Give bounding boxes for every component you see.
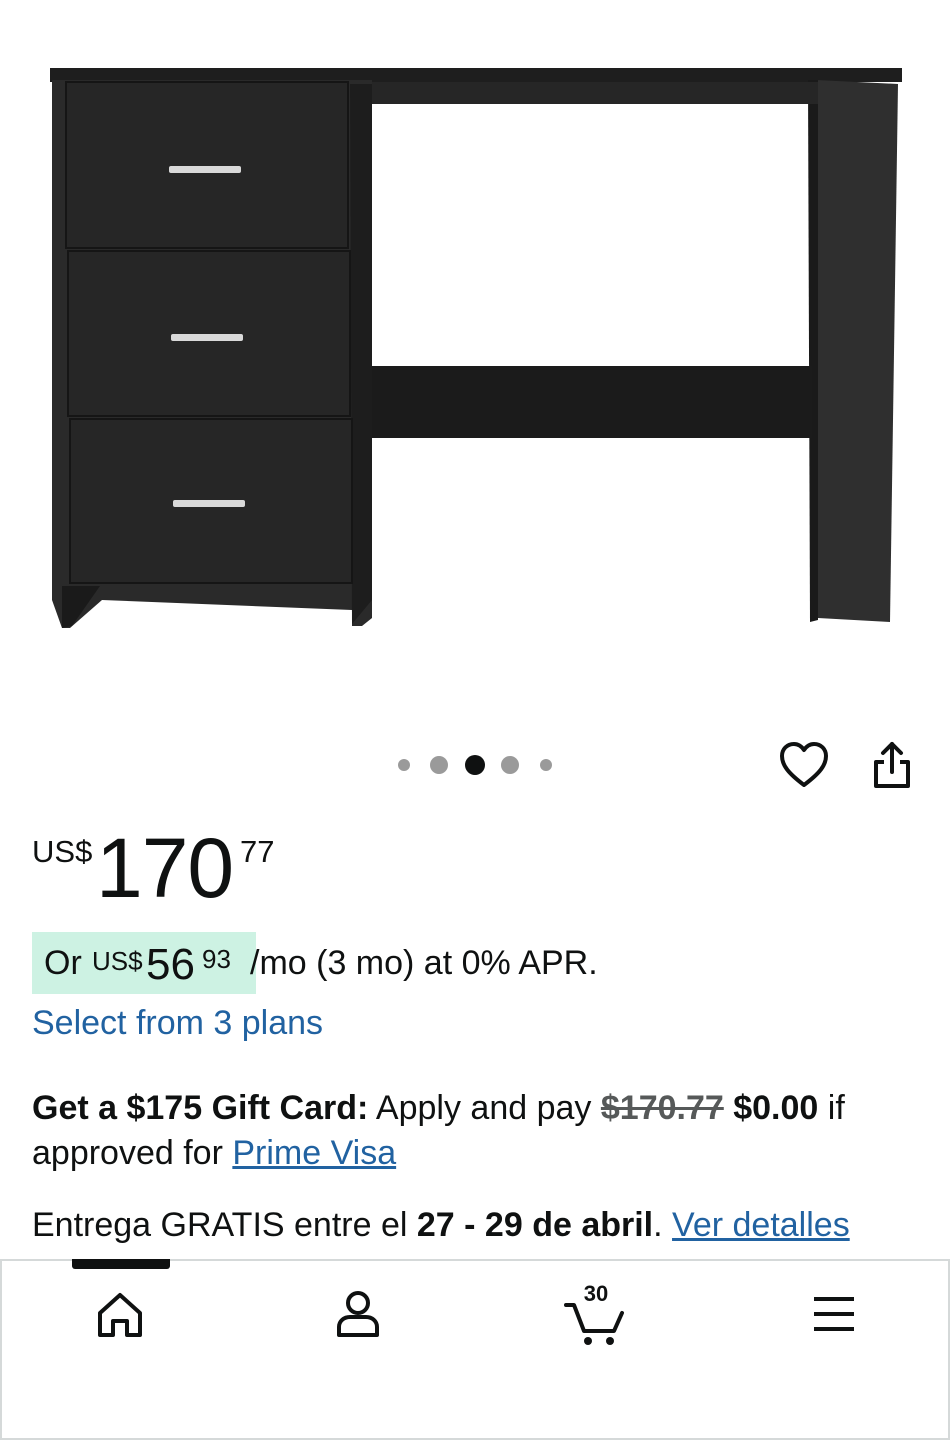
delivery-text: Entrega GRATIS entre el	[32, 1206, 408, 1244]
home-icon	[98, 1293, 142, 1337]
hamburger-menu-icon	[814, 1297, 854, 1331]
share-icon	[874, 742, 910, 788]
installment-currency: US$	[92, 946, 143, 976]
gift-card-text: Apply and pay	[375, 1089, 592, 1127]
share-button[interactable]	[866, 738, 918, 794]
price-currency: US$	[32, 834, 93, 869]
installment-fraction: 93	[202, 944, 231, 974]
installment-whole: 56	[146, 940, 195, 989]
heart-icon	[780, 742, 828, 787]
bottom-navigation: 30	[0, 1259, 950, 1440]
nav-home-button[interactable]	[80, 1281, 160, 1351]
gift-card-headline: Get a $175 Gift Card:	[32, 1089, 369, 1127]
person-icon	[337, 1291, 379, 1337]
select-plans-link[interactable]: Select from 3 plans	[32, 1004, 323, 1043]
gallery-dot-5[interactable]	[540, 759, 552, 771]
delivery-dates: 27 - 29 de abril	[416, 1206, 654, 1244]
favorite-button[interactable]	[778, 740, 830, 792]
gallery-dot-1[interactable]	[398, 759, 410, 771]
gallery-dot-4[interactable]	[501, 756, 519, 774]
price-fraction: 77	[240, 834, 275, 869]
nav-account-button[interactable]	[318, 1281, 398, 1351]
gallery-dot-3-active[interactable]	[465, 755, 485, 775]
installment-terms: /mo (3 mo) at 0% APR.	[250, 944, 598, 982]
nav-menu-button[interactable]	[794, 1281, 874, 1351]
prime-visa-link[interactable]: Prime Visa	[232, 1134, 396, 1172]
active-tab-indicator	[72, 1259, 170, 1269]
gallery-dot-2[interactable]	[430, 756, 448, 774]
product-image[interactable]	[0, 0, 950, 720]
delivery-period: .	[653, 1206, 663, 1244]
nav-cart-button[interactable]: 30	[556, 1281, 636, 1351]
gift-card-old-price: $170.77	[600, 1089, 724, 1127]
cart-count-badge: 30	[583, 1281, 609, 1306]
installment-prefix: Or	[44, 944, 82, 982]
delivery-details-link[interactable]: Ver detalles	[672, 1206, 850, 1244]
price-whole: 170	[96, 821, 234, 915]
gift-card-new-price: $0.00	[733, 1089, 819, 1127]
desk-illustration	[50, 68, 902, 628]
gift-card-offer: Get a $175 Gift Card: Apply and pay $170…	[32, 1086, 922, 1176]
delivery-info: Entrega GRATIS entre el 27 - 29 de abril…	[32, 1206, 850, 1245]
